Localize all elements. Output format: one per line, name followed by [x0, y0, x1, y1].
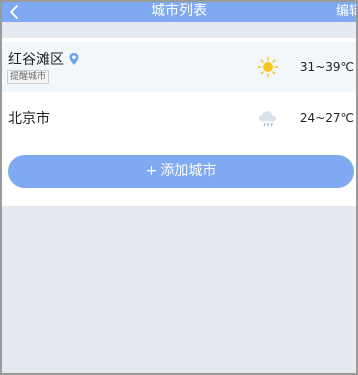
empty-area: [2, 206, 356, 373]
city-list: 红谷滩区 提醒城市 31~39℃ 北京市 24~27℃ + 添加城市: [2, 38, 356, 206]
title-bar: 城市列表 编辑: [2, 2, 356, 22]
city-name: 北京市: [8, 111, 50, 127]
edit-button[interactable]: 编辑: [336, 3, 356, 20]
temperature-range: 24~27℃: [299, 111, 354, 125]
add-city-button[interactable]: + 添加城市: [8, 155, 354, 188]
location-pin-icon: [69, 53, 79, 65]
city-row-beijing[interactable]: 北京市 24~27℃: [2, 93, 356, 143]
plus-icon: +: [145, 163, 158, 179]
header-divider: [2, 22, 356, 38]
city-row-hongutan[interactable]: 红谷滩区 提醒城市 31~39℃: [2, 42, 356, 92]
sunny-icon: [257, 56, 279, 78]
screen: 城市列表 编辑 红谷滩区 提醒城市: [0, 0, 358, 375]
reminder-city-badge: 提醒城市: [7, 70, 50, 84]
cloud-rain-icon: [259, 111, 276, 127]
page-title: 城市列表: [151, 3, 207, 19]
add-city-label: 添加城市: [160, 163, 217, 179]
city-name: 红谷滩区: [8, 52, 64, 68]
temperature-range: 31~39℃: [299, 60, 354, 74]
